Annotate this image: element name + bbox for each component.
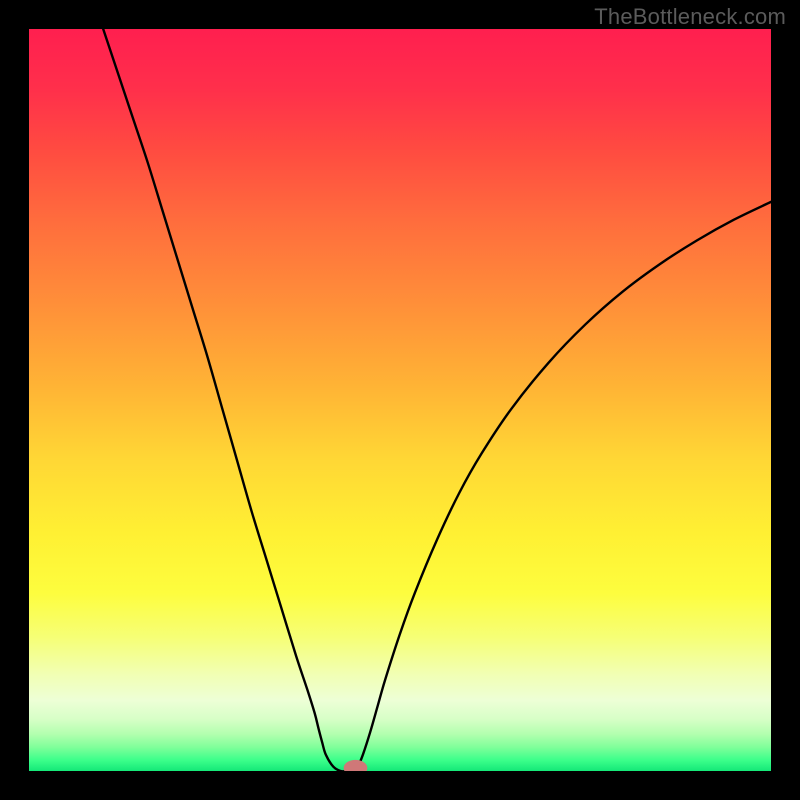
watermark-text: TheBottleneck.com bbox=[594, 4, 786, 30]
chart-svg bbox=[29, 29, 771, 771]
chart-frame: TheBottleneck.com bbox=[0, 0, 800, 800]
plot-area bbox=[29, 29, 771, 771]
